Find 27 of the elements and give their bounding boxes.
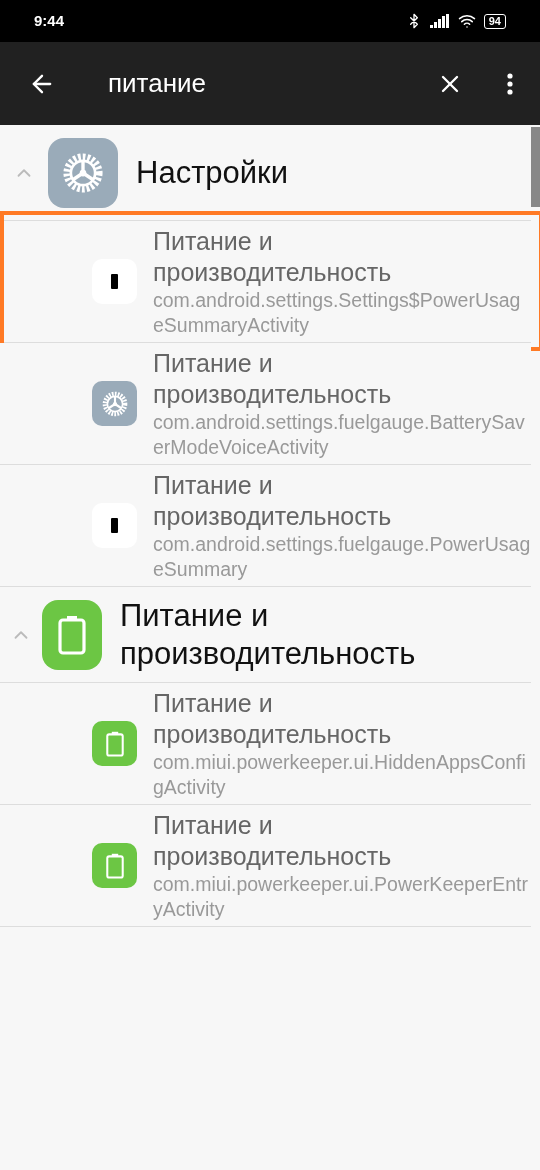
battery-icon xyxy=(92,843,137,888)
activity-title: Питание и производительность xyxy=(153,469,393,532)
more-icon xyxy=(507,72,513,95)
battery-icon xyxy=(92,721,137,766)
activity-class-name: com.miui.powerkeeper.ui.PowerKeeperEntryActivity xyxy=(153,871,529,922)
wifi-icon xyxy=(457,12,476,30)
gear-icon xyxy=(92,381,137,426)
group-title: Настройки xyxy=(136,153,288,192)
activity-item[interactable]: Питание и производительность com.android.settings.fuelgauge.BatterySaverModeVoiceActivity xyxy=(0,343,531,465)
activity-class-name: com.android.settings.Settings$PowerUsageSummaryActivity xyxy=(153,287,522,338)
status-time: 9:44 xyxy=(34,10,65,31)
group-title: Питание и производительность xyxy=(120,596,417,673)
activity-class-name: com.android.settings.fuelgauge.PowerUsageSummary xyxy=(153,531,531,582)
activity-class-name: com.android.settings.fuelgauge.BatterySaverModeVoiceActivity xyxy=(153,409,526,460)
activity-title: Питание и производительность xyxy=(153,225,393,288)
search-bar[interactable]: питание xyxy=(0,42,540,125)
activity-title: Питание и производительность xyxy=(153,347,393,410)
battery-icon xyxy=(92,259,137,304)
gear-icon xyxy=(48,137,118,208)
activity-class-name: com.miui.powerkeeper.ui.HiddenAppsConfigActivity xyxy=(153,749,527,800)
activity-title: Питание и производительность xyxy=(153,687,393,750)
battery-indicator: 94 xyxy=(483,13,506,29)
scrollbar-thumb[interactable] xyxy=(531,127,540,207)
battery-icon xyxy=(92,503,137,548)
signal-icon xyxy=(429,14,450,28)
activity-title: Питание и производительность xyxy=(153,809,393,872)
battery-icon xyxy=(41,599,102,670)
